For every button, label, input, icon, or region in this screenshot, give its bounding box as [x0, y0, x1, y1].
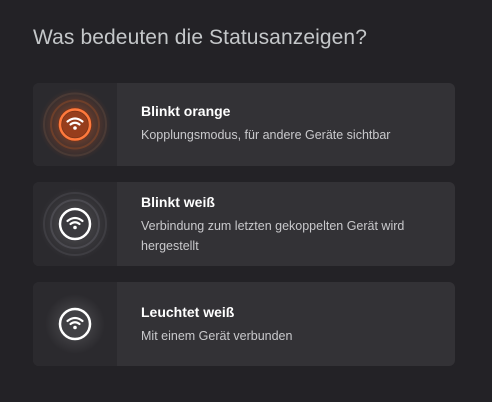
status-title: Blinkt orange [141, 103, 231, 119]
wifi-pairing-icon [33, 83, 117, 166]
page-title: Was bedeuten die Statusanzeigen? [33, 26, 367, 49]
status-icon-panel [33, 83, 117, 166]
wifi-connecting-icon [33, 182, 117, 266]
status-card-blinking-white: Blinkt weiß Verbindung zum letzten gekop… [33, 182, 455, 266]
status-title: Leuchtet weiß [141, 304, 235, 320]
status-icon-panel [33, 182, 117, 266]
status-card-blinking-orange: Blinkt orange Kopplungsmodus, für andere… [33, 83, 455, 166]
status-description: Mit einem Gerät verbunden [141, 329, 293, 343]
status-icon-panel [33, 282, 117, 366]
status-card-solid-white: Leuchtet weiß Mit einem Gerät verbunden [33, 282, 455, 366]
status-title: Blinkt weiß [141, 194, 215, 210]
wifi-connected-icon [33, 282, 117, 366]
status-description: Verbindung zum letzten gekoppelten Gerät… [141, 219, 405, 253]
status-description: Kopplungsmodus, für andere Geräte sichtb… [141, 128, 391, 142]
